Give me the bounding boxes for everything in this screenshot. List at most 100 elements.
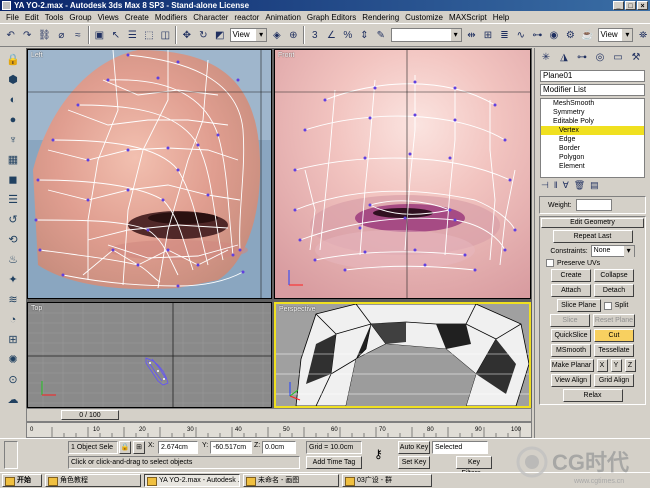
stack-item-symmetry[interactable]: Symmetry [541, 108, 644, 117]
menu-edit[interactable]: Edit [25, 13, 39, 22]
auto-key-button[interactable]: Auto Key [398, 441, 430, 454]
relax-button[interactable]: Relax [562, 389, 623, 402]
taskbar-item[interactable]: 03广设 - 群 [342, 474, 432, 487]
modifier-list-dropdown[interactable]: Modifier List [540, 84, 645, 96]
planar-z-button[interactable]: Z [624, 359, 636, 372]
pin-stack-icon[interactable]: ⊣ [541, 180, 549, 194]
minimize-button[interactable]: _ [613, 1, 624, 10]
align-icon[interactable]: ⊞ [481, 27, 495, 43]
rotate-icon[interactable]: ↻ [196, 27, 211, 43]
configure-modifier-sets-icon[interactable]: ▤ [590, 180, 599, 194]
lathe-icon[interactable]: ⟲ [4, 232, 22, 248]
absolute-mode-icon[interactable]: ⊞ [133, 441, 145, 454]
stack-item-editable-poly[interactable]: Editable Poly [541, 117, 644, 126]
viewport-perspective[interactable]: Perspective [274, 302, 531, 408]
y-coordinate-field[interactable]: -60.517cm [210, 441, 252, 454]
region-select-icon[interactable]: ⬚ [142, 27, 156, 43]
stack-icon[interactable]: ☰ [4, 192, 22, 208]
menu-maxscript[interactable]: MAXScript [449, 13, 487, 22]
utilities-tab-icon[interactable]: ⚒ [628, 50, 644, 66]
key-mode-dropdown[interactable]: Selected [432, 441, 488, 454]
repeat-last-button[interactable]: Repeat Last [552, 230, 633, 243]
fog-icon[interactable]: ☁ [4, 392, 22, 408]
viewport-label-front[interactable]: Front [278, 52, 294, 59]
viewport-left[interactable]: Left [27, 49, 272, 299]
material-editor-icon[interactable]: ◉ [547, 27, 561, 43]
select-manipulate-icon[interactable]: ⊕ [286, 27, 301, 43]
select-object-icon[interactable]: ↖ [109, 27, 123, 43]
snaps-toggle-icon[interactable]: 3 [308, 27, 322, 43]
menu-file[interactable]: File [6, 13, 19, 22]
quickslice-button[interactable]: QuickSlice [551, 329, 591, 342]
display-tab-icon[interactable]: ▭ [610, 50, 626, 66]
curve-editor-icon[interactable]: ∿ [514, 27, 528, 43]
constraints-dropdown[interactable]: None [590, 245, 635, 258]
menu-tools[interactable]: Tools [45, 13, 64, 22]
menu-create[interactable]: Create [125, 13, 149, 22]
create-tab-icon[interactable]: ✳ [538, 50, 554, 66]
slice-plane-button[interactable]: Slice Plane [556, 299, 601, 312]
wave-icon[interactable]: ≋ [4, 292, 22, 308]
remove-modifier-icon[interactable]: 🗑 [574, 180, 585, 194]
detach-button[interactable]: Detach [594, 284, 634, 297]
maxscript-listener-icon[interactable] [4, 441, 18, 469]
split-checkbox[interactable] [603, 301, 612, 310]
spinner-snap-icon[interactable]: ⇕ [357, 27, 372, 43]
time-slider[interactable]: 0 / 100 [26, 408, 532, 422]
stack-item-polygon[interactable]: Polygon [541, 153, 644, 162]
collapse-button[interactable]: Collapse [594, 269, 634, 282]
bind-spacewarp-icon[interactable]: ≈ [71, 27, 85, 43]
camera-icon[interactable]: ◐ [4, 92, 22, 108]
skin-icon[interactable]: ✦ [4, 272, 22, 288]
stack-item-border[interactable]: Border [541, 144, 644, 153]
menu-animation[interactable]: Animation [265, 13, 301, 22]
window-crossing-icon[interactable]: ◫ [158, 27, 173, 43]
morph-icon[interactable]: ◔ [4, 312, 22, 328]
modify-tab-icon[interactable]: ◮ [556, 50, 572, 66]
stack-item-element[interactable]: Element [541, 162, 644, 171]
close-button[interactable]: × [637, 1, 648, 10]
render-last-icon[interactable]: ⛯ [636, 27, 650, 43]
taskbar-item[interactable]: 角色教程 [45, 474, 141, 487]
render-scene-icon[interactable]: ⚙ [563, 27, 578, 43]
viewport-label-left[interactable]: Left [31, 52, 43, 59]
set-key-icon[interactable]: ⚷ [374, 447, 383, 461]
msmooth-button[interactable]: MSmooth [551, 344, 591, 357]
menu-views[interactable]: Views [98, 13, 119, 22]
lock-icon[interactable]: 🔒 [4, 52, 22, 68]
viewport-front[interactable]: Front [274, 49, 531, 299]
twist-icon[interactable]: ♨ [4, 252, 22, 268]
track-bar[interactable]: 0 10 20 30 40 50 60 70 80 90 100 [26, 422, 532, 438]
target-icon[interactable]: ⊙ [4, 372, 22, 388]
menu-reactor[interactable]: reactor [234, 13, 259, 22]
motion-tab-icon[interactable]: ◎ [592, 50, 608, 66]
stack-item-meshsmooth[interactable]: MeshSmooth [541, 99, 644, 108]
planar-y-button[interactable]: Y [610, 359, 622, 372]
bend-icon[interactable]: ↺ [4, 212, 22, 228]
planar-x-button[interactable]: X [596, 359, 608, 372]
grid-align-button[interactable]: Grid Align [594, 374, 634, 387]
selection-lock-icon[interactable]: 🔒 [119, 441, 131, 454]
undo-icon[interactable]: ↶ [4, 27, 18, 43]
reference-coordinate-dropdown[interactable]: View [229, 28, 268, 42]
time-slider-thumb[interactable]: 0 / 100 [61, 410, 119, 420]
object-name-field[interactable]: Plane01 [540, 70, 645, 82]
cut-button[interactable]: Cut [594, 329, 634, 342]
angle-snap-icon[interactable]: ∠ [324, 27, 339, 43]
move-icon[interactable]: ✥ [180, 27, 194, 43]
bone-icon[interactable]: ♆ [4, 132, 22, 148]
hierarchy-tab-icon[interactable]: ⊶ [574, 50, 590, 66]
layer-manager-icon[interactable]: ≣ [497, 27, 512, 43]
stack-item-edge[interactable]: Edge [541, 135, 644, 144]
pivot-center-icon[interactable]: ◈ [270, 27, 284, 43]
slice-button[interactable]: Slice [550, 314, 590, 327]
maximize-button[interactable]: □ [625, 1, 636, 10]
link-icon[interactable]: ⛓ [36, 27, 52, 43]
box-icon[interactable]: ◼ [4, 172, 22, 188]
attach-button[interactable]: Attach [551, 284, 591, 297]
percent-snap-icon[interactable]: % [341, 27, 355, 43]
taskbar-item[interactable]: 未命名 - 画图 [243, 474, 339, 487]
preserve-uvs-checkbox[interactable] [546, 259, 554, 267]
weight-spinner[interactable] [575, 199, 612, 211]
reset-plane-button[interactable]: Reset Plane [593, 314, 635, 327]
